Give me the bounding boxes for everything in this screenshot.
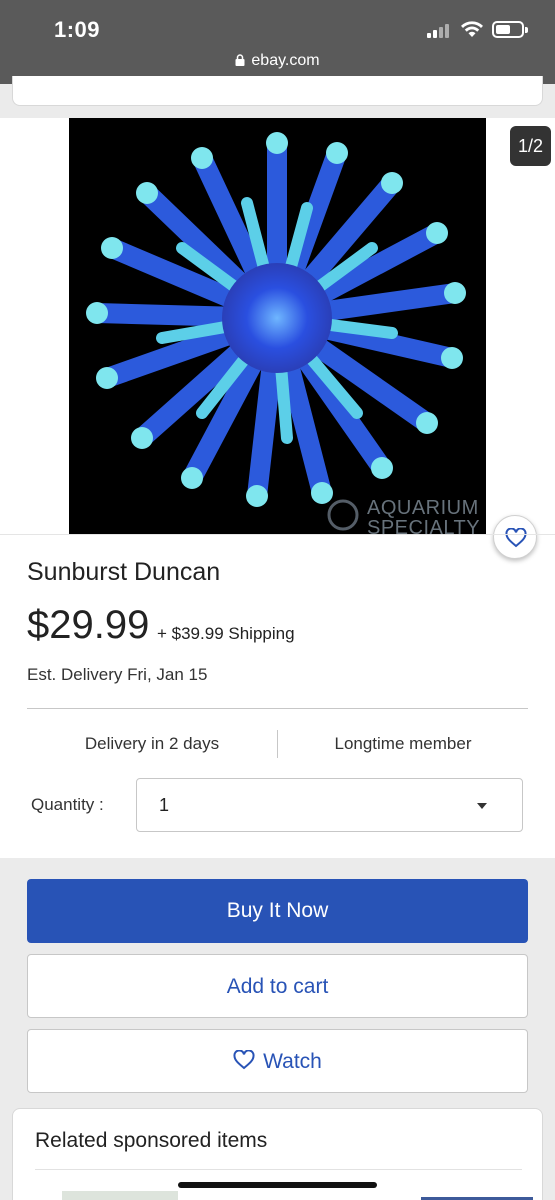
watch-button[interactable]: Watch: [27, 1029, 528, 1093]
seller-feature: Longtime member: [334, 734, 472, 753]
product-price: $29.99: [27, 603, 150, 647]
quantity-value: 1: [159, 795, 170, 815]
related-heading: Related sponsored items: [35, 1129, 268, 1152]
watch-label: Watch: [263, 1050, 322, 1073]
divider: [27, 708, 528, 709]
related-item-thumbnail[interactable]: [62, 1191, 178, 1200]
delivery-feature: Delivery in 2 days: [84, 734, 220, 753]
chevron-down-icon: [477, 803, 487, 809]
battery-icon: [492, 21, 528, 38]
image-divider: [0, 534, 555, 535]
home-indicator[interactable]: [178, 1182, 377, 1188]
quantity-select[interactable]: 1: [136, 778, 523, 832]
address-bar[interactable]: ebay.com: [0, 52, 555, 70]
status-time: 1:09: [54, 17, 101, 42]
product-title: Sunburst Duncan: [27, 558, 221, 586]
buy-it-now-button[interactable]: Buy It Now: [27, 879, 528, 943]
add-to-cart-button[interactable]: Add to cart: [27, 954, 528, 1018]
status-bar: 1:09 ebay.com: [0, 0, 555, 84]
previous-card: [12, 76, 543, 106]
watch-heart-button[interactable]: [493, 515, 537, 559]
shipping-cost: + $39.99 Shipping: [157, 624, 295, 643]
previous-section: [0, 76, 555, 118]
related-divider: [35, 1169, 522, 1170]
estimated-delivery: Est. Delivery Fri, Jan 15: [27, 665, 208, 684]
wifi-icon: [461, 21, 483, 37]
lock-icon: [235, 54, 245, 66]
heart-icon: [233, 1050, 255, 1070]
signal-icon: [427, 22, 453, 38]
image-counter: 1/2: [510, 126, 551, 166]
product-section: AQUARIUM SPECIALTY LIVE 1/2 Sunburst Dun…: [0, 118, 555, 858]
coral-image: [86, 132, 466, 531]
image-watermark: AQUARIUM SPECIALTY LIVE: [367, 498, 480, 534]
quantity-label: Quantity :: [31, 795, 104, 814]
product-image[interactable]: AQUARIUM SPECIALTY LIVE: [69, 118, 486, 534]
url-text: ebay.com: [251, 52, 320, 69]
heart-icon: [505, 528, 527, 548]
